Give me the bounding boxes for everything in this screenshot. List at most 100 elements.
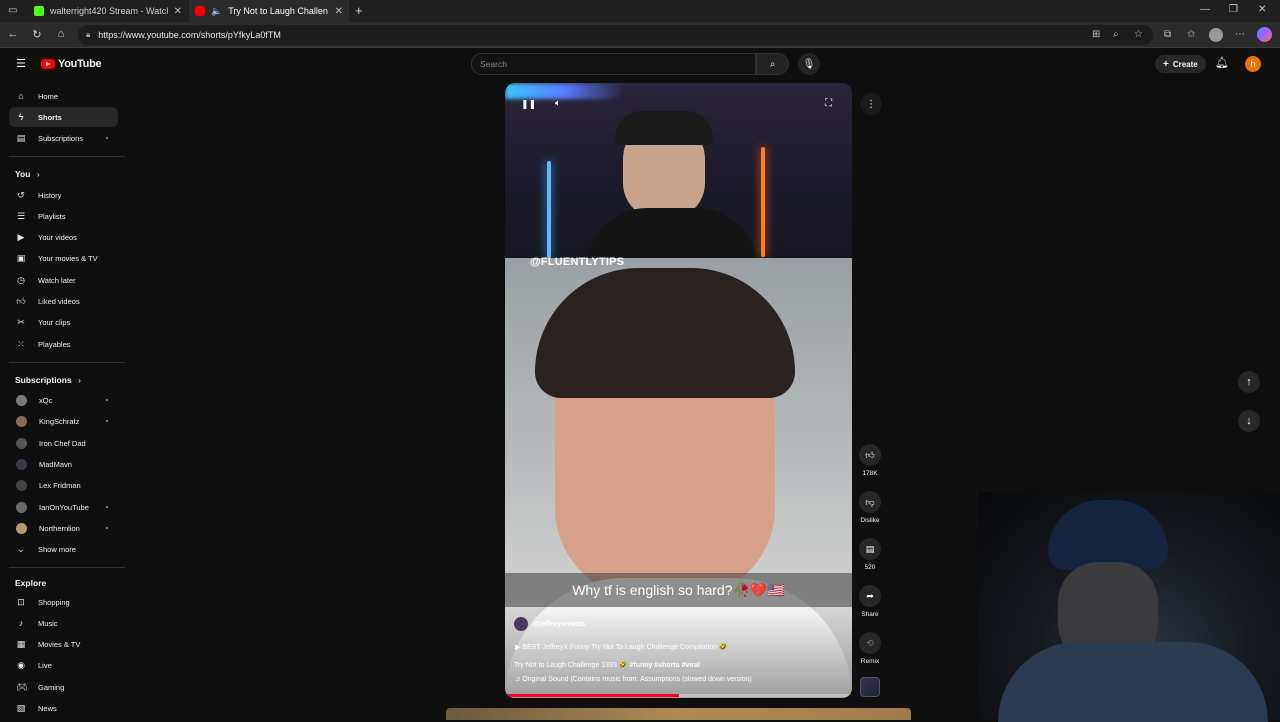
url-text: https://www.youtube.com/shorts/pYfkyLa0f… — [98, 30, 281, 40]
mic-icon: 🎙︎ — [802, 58, 816, 70]
voice-search-button[interactable]: 🎙︎ — [798, 53, 820, 75]
channel-name[interactable]: @jeffreyxreacts — [533, 621, 585, 628]
sidebar-item-playlists[interactable]: ☰ Playlists — [9, 206, 118, 226]
home-browser-icon[interactable]: ⌂ — [54, 28, 68, 40]
back-icon[interactable]: ← — [6, 28, 20, 40]
tab-actions-icon[interactable]: ▭ — [8, 5, 17, 16]
sidebar-item-channel[interactable]: KingSchratz — [9, 411, 118, 431]
dislike-label: Dislike — [860, 517, 880, 524]
tab-stream[interactable]: walterright420 Stream - Watch Li ✕ — [28, 0, 188, 22]
youtube-play-icon — [41, 59, 55, 69]
app-install-icon[interactable]: ⊞ — [1092, 29, 1100, 40]
sidebar-item-home[interactable]: ⌂ Home — [9, 86, 118, 106]
profile-icon[interactable] — [1209, 28, 1223, 42]
volume-icon[interactable]: 🔈︎ — [555, 98, 561, 109]
favorite-star-icon[interactable]: ☆ — [1134, 29, 1143, 40]
sidebar-item-live[interactable]: ◉ Live — [9, 655, 118, 675]
playlist-link[interactable]: ▶ BEST JeffreyX Funny Try Not To Laugh C… — [515, 643, 728, 651]
notifications-bell-icon[interactable]: 🔔︎ — [1215, 56, 1229, 69]
sidebar-item-subscriptions[interactable]: ▤ Subscriptions — [9, 128, 118, 148]
sidebar-item-watch-later[interactable]: ◷ Watch later — [9, 270, 118, 290]
new-tab-icon[interactable]: + — [355, 3, 363, 18]
sidebar-item-label: KingSchratz — [39, 416, 80, 426]
next-short-button[interactable]: ↓ — [1238, 410, 1260, 432]
sidebar-item-gaming[interactable]: 🎮︎ Gaming — [9, 677, 118, 697]
youtube-logo[interactable]: YouTube — [41, 58, 102, 70]
playlists-icon: ☰ — [16, 210, 26, 221]
sound-link[interactable]: ♫ Original Sound (Contains music from: A… — [515, 676, 752, 683]
address-bar-row: ← ↻ ⌂ 🔒︎ https://www.youtube.com/shorts/… — [0, 22, 1280, 48]
sidebar-item-shorts[interactable]: ϟ Shorts — [9, 107, 118, 127]
sidebar-item-channel[interactable]: xQc — [9, 390, 118, 410]
sound-thumbnail[interactable] — [860, 677, 880, 697]
sidebar-item-playables[interactable]: ⁙ Playables — [9, 334, 118, 354]
extensions-icon[interactable]: ⧉ — [1164, 29, 1171, 40]
restore-icon[interactable]: ❐ — [1229, 4, 1238, 15]
tab-youtube[interactable]: 🔈 Try Not to Laugh Challenge ✕ — [189, 0, 349, 22]
sidebar-item-your-videos[interactable]: ▶ Your videos — [9, 227, 118, 247]
share-button[interactable]: ➦ Share — [859, 585, 881, 618]
sidebar-item-label: IanOnYouTube — [39, 502, 89, 512]
channel-avatar[interactable] — [514, 617, 528, 631]
subscriptions-heading-label: Subscriptions — [15, 375, 72, 385]
sidebar-item-channel[interactable]: Lex Fridman — [9, 475, 118, 495]
copilot-icon[interactable] — [1257, 27, 1272, 42]
sidebar: ⌂ Home ϟ Shorts ▤ Subscriptions You › ↺ H… — [0, 82, 125, 720]
sidebar-item-channel[interactable]: Iron Chef Dad — [9, 433, 118, 453]
sidebar-item-channel[interactable]: Northernlion — [9, 518, 118, 538]
sidebar-item-movies-tv[interactable]: ▣ Your movies & TV — [9, 248, 118, 268]
sidebar-item-shopping[interactable]: ⊡ Shopping — [9, 592, 118, 612]
sidebar-item-channel[interactable]: MadMavn — [9, 454, 118, 474]
sidebar-item-liked-videos[interactable]: 👍︎ Liked videos — [9, 291, 118, 311]
favorites-icon[interactable]: ✩ — [1187, 29, 1195, 40]
sidebar-item-movies-tv-explore[interactable]: ▦ Movies & TV — [9, 634, 118, 654]
sidebar-item-history[interactable]: ↺ History — [9, 185, 118, 205]
close-tab-icon[interactable]: ✕ — [174, 6, 182, 17]
sidebar-item-label: Shorts — [38, 112, 62, 122]
video-progress-bar[interactable] — [505, 694, 852, 697]
sidebar-item-your-clips[interactable]: ✂ Your clips — [9, 312, 118, 332]
you-heading[interactable]: You › — [15, 169, 40, 179]
pause-icon[interactable]: ❚❚ — [521, 99, 536, 110]
like-button[interactable]: 👍︎ 178K — [859, 444, 881, 477]
more-menu-icon[interactable]: ⋯ — [1235, 29, 1245, 40]
menu-icon[interactable]: ☰ — [16, 57, 26, 70]
avatar[interactable]: h — [1245, 56, 1261, 72]
sidebar-item-music[interactable]: ♪ Music — [9, 613, 118, 633]
minimize-icon[interactable]: — — [1200, 4, 1210, 15]
speaker-icon[interactable]: 🔈 — [211, 6, 222, 17]
previous-short-button[interactable]: ↑ — [1238, 371, 1260, 393]
close-tab-icon[interactable]: ✕ — [335, 6, 343, 17]
clock-icon: ◷ — [17, 274, 25, 285]
sidebar-item-label: Watch later — [38, 275, 76, 285]
create-button[interactable]: + Create — [1155, 55, 1206, 73]
fullscreen-icon[interactable]: ⛶ — [825, 98, 832, 109]
film-icon: ▦ — [16, 638, 26, 649]
zoom-icon[interactable]: ⌕ — [1113, 29, 1119, 40]
remix-button[interactable]: ⟲ Remix — [859, 632, 881, 665]
hashtags[interactable]: #funny #shorts #viral — [629, 662, 699, 669]
close-window-icon[interactable]: ✕ — [1258, 4, 1266, 15]
more-options-button[interactable]: ⋮ — [860, 93, 882, 115]
video-top-frame — [505, 83, 852, 268]
subscriptions-heading[interactable]: Subscriptions › — [15, 375, 81, 385]
channel-row[interactable]: @jeffreyxreacts — [514, 617, 585, 631]
dislike-button[interactable]: 👎︎ Dislike — [859, 491, 881, 524]
video-title[interactable]: Try Not to Laugh Challenge 1393 🤣 #funny… — [514, 661, 700, 669]
refresh-icon[interactable]: ↻ — [30, 28, 44, 41]
remix-label: Remix — [860, 658, 880, 665]
shorts-player[interactable]: @FLUENTLYTIPS ❚❚ 🔈︎ ⛶ Why tf is english … — [505, 83, 852, 698]
search-button[interactable]: ⌕ — [756, 53, 789, 75]
sidebar-item-news[interactable]: ▧ News — [9, 698, 118, 718]
comments-button[interactable]: ▤ 520 — [859, 538, 881, 571]
webcam-overlay — [978, 492, 1280, 722]
thumbs-up-icon: 👍︎ — [859, 444, 881, 466]
url-field[interactable]: 🔒︎ https://www.youtube.com/shorts/pYfkyL… — [78, 25, 1153, 45]
sidebar-item-channel[interactable]: IanOnYouTube — [9, 497, 118, 517]
more-vertical-icon: ⋮ — [866, 98, 876, 110]
chevron-down-icon: ⌄ — [17, 543, 25, 554]
search-input[interactable]: Search — [471, 53, 756, 75]
music-note-icon: ♫ — [515, 676, 521, 683]
video-info-overlay: @jeffreyxreacts ▶ BEST JeffreyX Funny Tr… — [505, 611, 852, 698]
show-more-button[interactable]: ⌄ Show more — [9, 539, 118, 559]
